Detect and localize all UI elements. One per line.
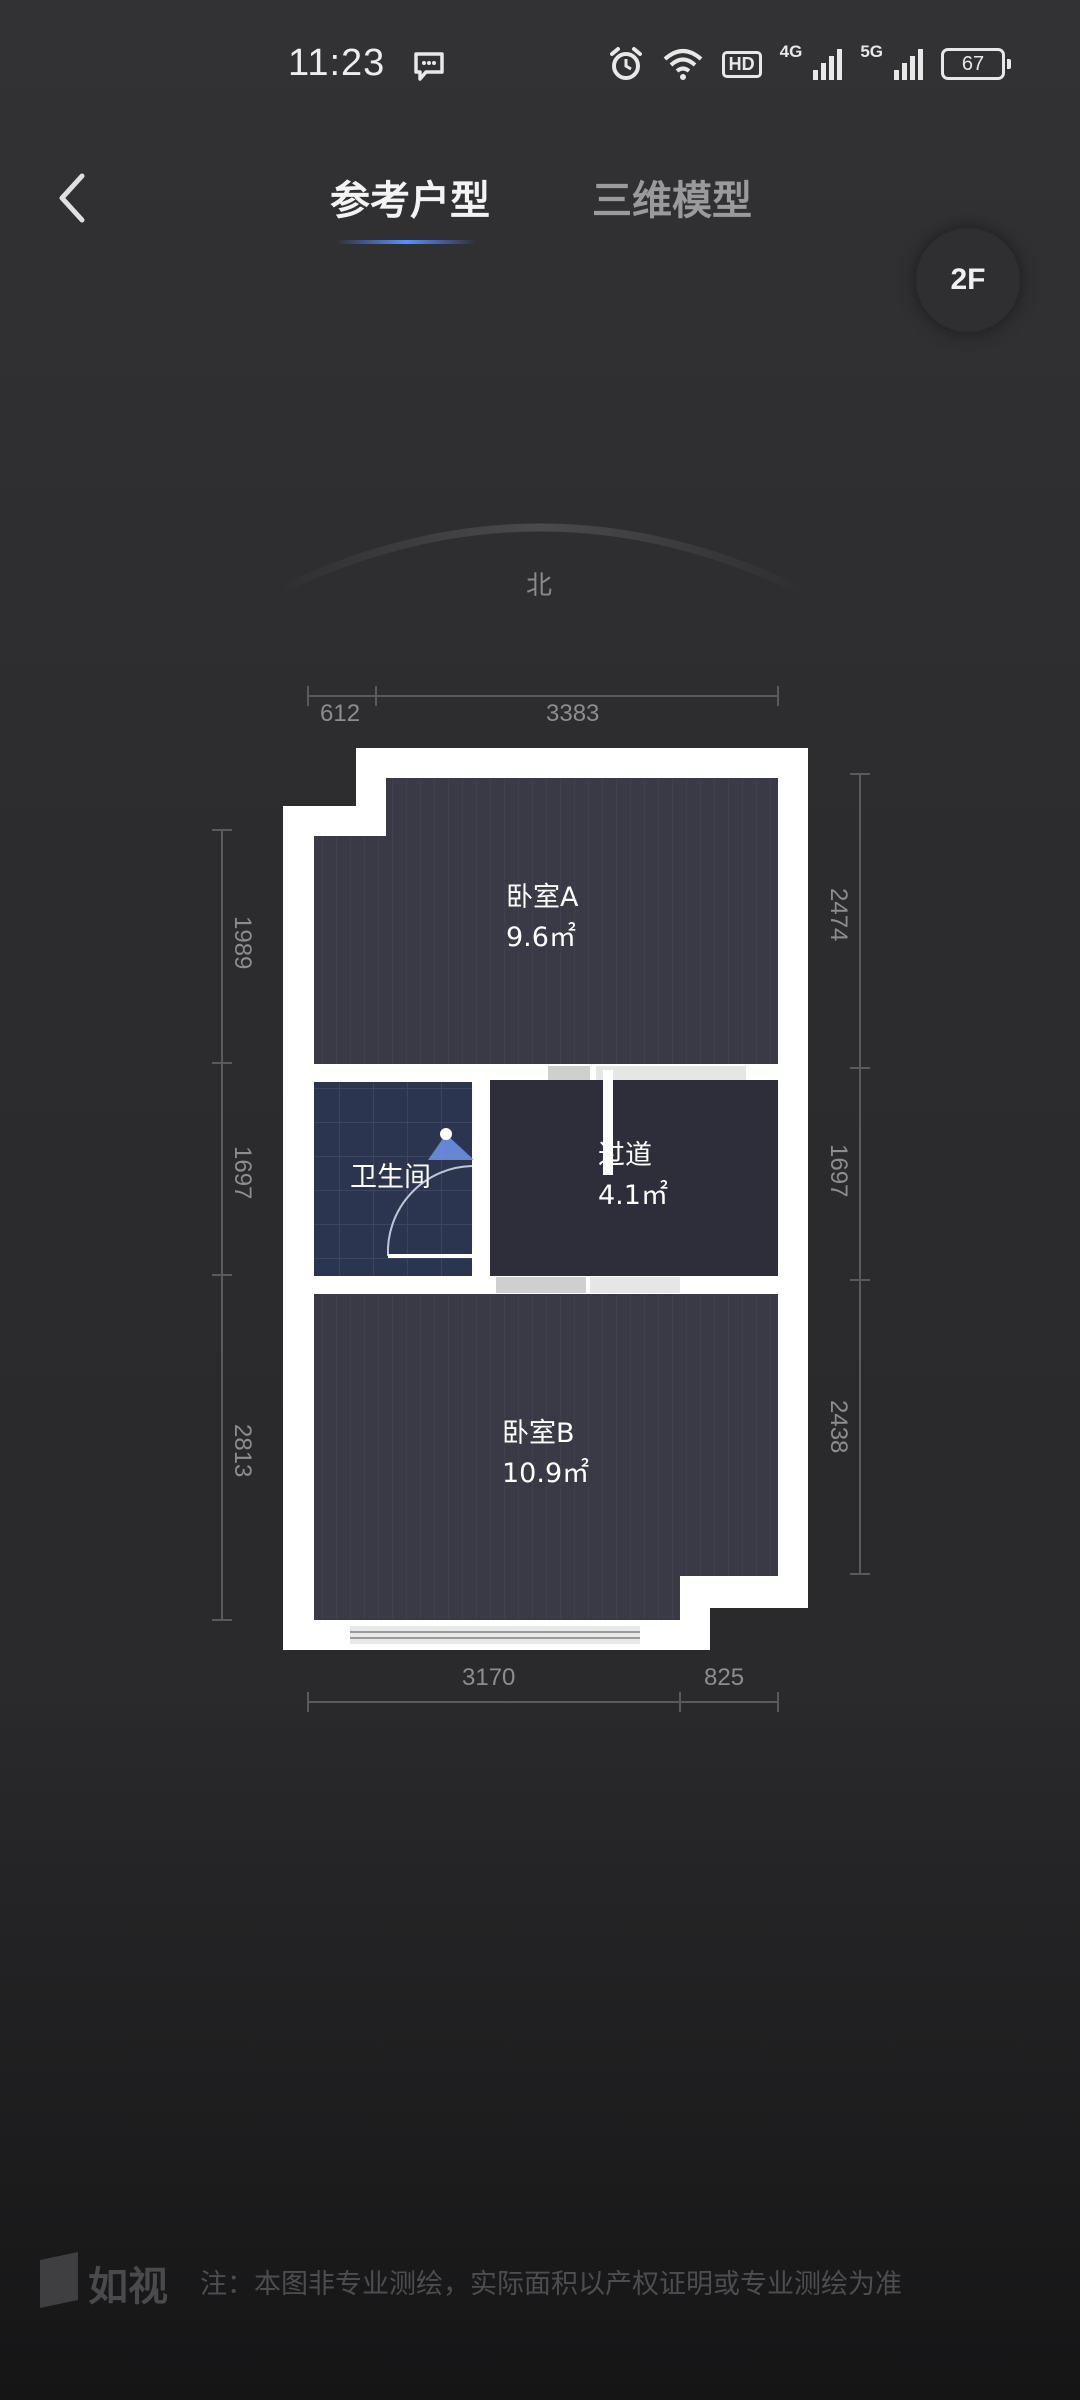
room-name: 卧室B xyxy=(502,1418,575,1449)
floor-plan xyxy=(212,686,870,1712)
dimension-right-2: 1697 xyxy=(825,1144,852,1198)
room-name: 卫生间 xyxy=(350,1162,431,1193)
dimension-left-3: 2813 xyxy=(229,1424,256,1478)
dimension-top-1: 612 xyxy=(320,700,361,727)
dimension-bottom-1: 3170 xyxy=(462,1664,516,1691)
room-area: 9.6㎡ xyxy=(506,922,576,953)
room-label-bedroom-b[interactable]: 卧室B 10.9㎡ xyxy=(502,1414,589,1494)
disclaimer-text: 注：本图非专业测绘，实际面积以产权证明或专业测绘为准 xyxy=(200,2269,902,2300)
room-name: 卧室A xyxy=(506,882,579,913)
room-label-hallway[interactable]: 过道 4.1㎡ xyxy=(598,1136,668,1216)
brand-logo-icon xyxy=(40,2252,78,2308)
room-label-bedroom-a[interactable]: 卧室A 9.6㎡ xyxy=(506,878,578,958)
room-label-bathroom[interactable]: 卫生间 xyxy=(350,1158,431,1198)
brand-name: 如视 xyxy=(88,2264,168,2310)
disclaimer-footer: 如视 注：本图非专业测绘，实际面积以产权证明或专业测绘为准 xyxy=(0,2250,1080,2310)
dimension-left-1: 1989 xyxy=(229,916,256,970)
dimension-right-1: 2474 xyxy=(825,888,852,942)
room-name: 过道 xyxy=(598,1140,652,1171)
dimension-bottom-2: 825 xyxy=(704,1664,745,1691)
window-bottom xyxy=(350,1626,640,1644)
room-area: 10.9㎡ xyxy=(502,1458,590,1489)
dimension-top-2: 3383 xyxy=(546,700,600,727)
room-area: 4.1㎡ xyxy=(598,1180,668,1211)
dimension-right-3: 2438 xyxy=(825,1400,852,1454)
dimension-left-2: 1697 xyxy=(229,1146,256,1200)
